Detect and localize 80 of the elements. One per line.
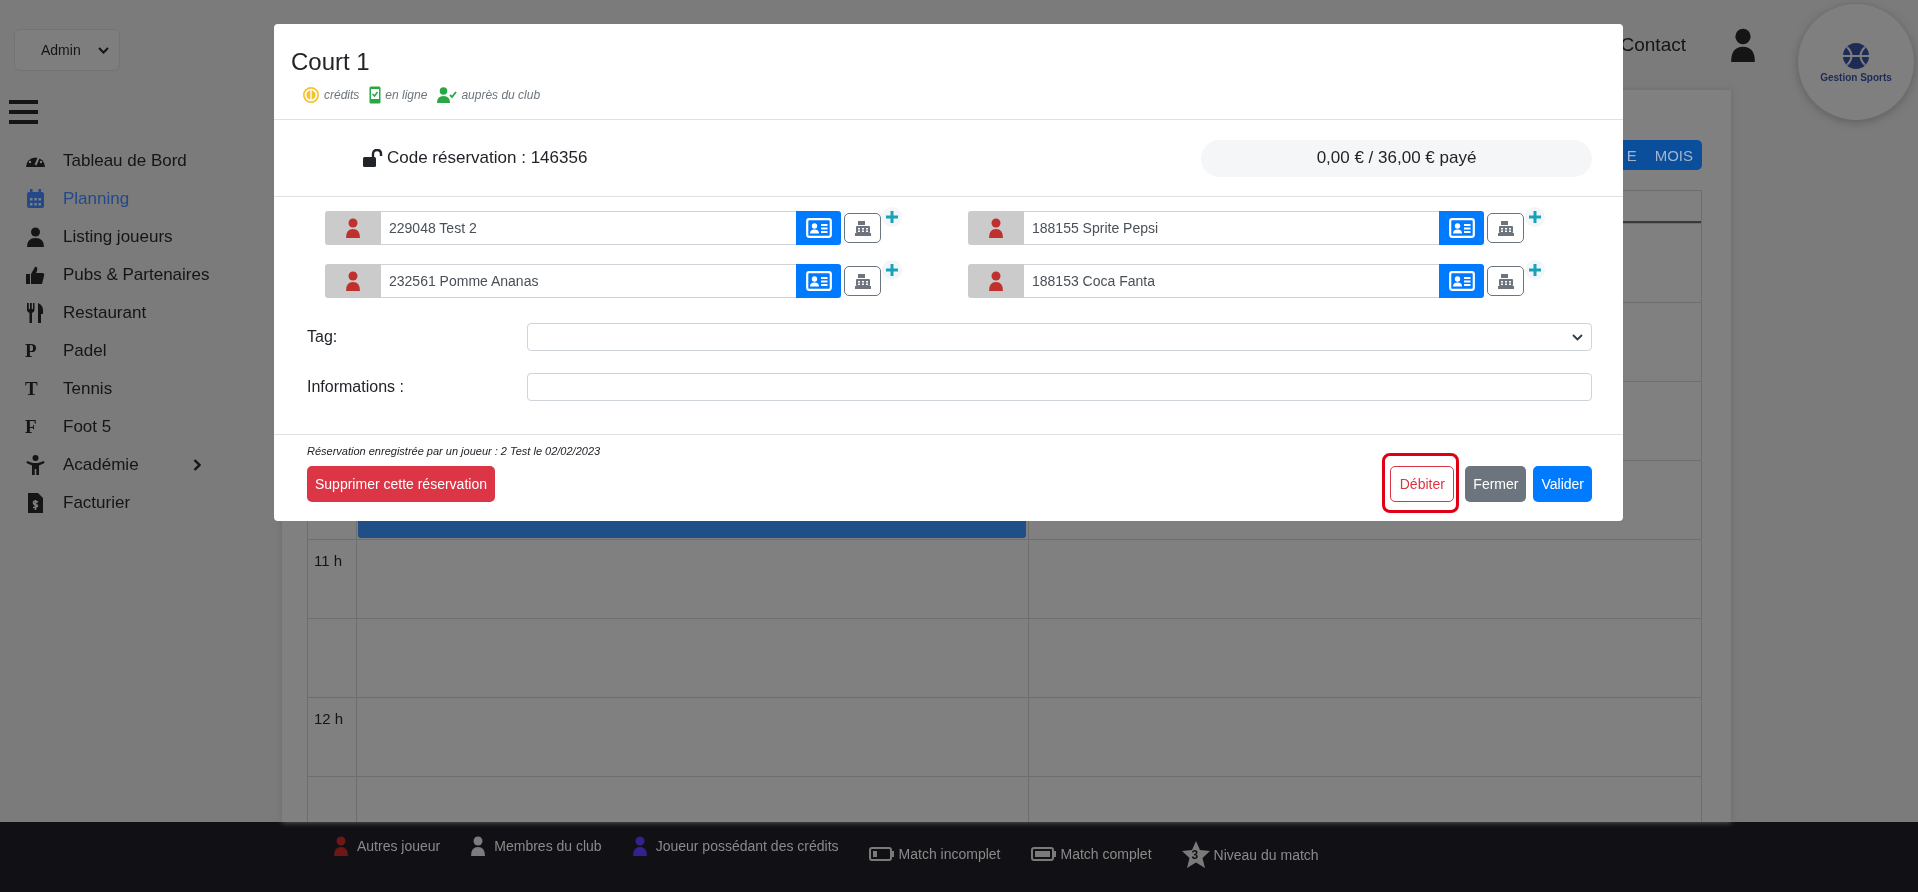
delete-button[interactable]: Supprimer cette réservation (307, 466, 495, 502)
letter-icon: P (25, 341, 46, 361)
legend-label: auprès du club (461, 88, 541, 102)
legend-label: Joueur possédant des crédits (655, 838, 839, 854)
cash-register-icon (854, 220, 871, 236)
cash-register-button[interactable] (844, 213, 881, 243)
field-label: Tag: (307, 328, 339, 346)
id-card-icon (805, 218, 832, 238)
id-card-button[interactable] (796, 211, 841, 245)
hour-label: 12 h (313, 709, 345, 727)
cash-register-button[interactable] (844, 266, 881, 296)
chevron-down-icon (1572, 333, 1583, 341)
legend-label: crédits (324, 88, 360, 102)
player-field[interactable]: 232561 Pomme Ananas (381, 264, 796, 298)
player-field[interactable]: 188153 Coca Fanta (1024, 264, 1439, 298)
view-button[interactable]: MOIS (1645, 146, 1702, 164)
coin-icon (302, 86, 320, 104)
cutlery-icon (25, 303, 46, 323)
close-button[interactable]: Fermer (1465, 466, 1527, 502)
cash-register-icon (1497, 273, 1514, 289)
plus-icon[interactable] (1525, 260, 1545, 280)
star-icon (1181, 841, 1210, 868)
id-card-button[interactable] (1439, 264, 1484, 298)
role-select[interactable]: Admin (14, 29, 120, 71)
logo-badge[interactable]: Gestion Sports (1798, 4, 1914, 120)
id-card-icon (805, 271, 832, 291)
plus-icon[interactable] (1525, 207, 1545, 227)
user-check-icon (437, 87, 458, 103)
sidebar-item[interactable]: Tableau de Bord (0, 142, 282, 180)
cash-register-icon (854, 273, 871, 289)
id-card-icon (1448, 271, 1475, 291)
sidebar-item[interactable]: Pubs & Partenaires (0, 256, 282, 294)
dialog-title: Court 1 (291, 48, 371, 76)
id-card-button[interactable] (1439, 211, 1484, 245)
battery-full-icon (1030, 847, 1057, 861)
battery-low-icon (868, 847, 895, 861)
confirm-button[interactable]: Valider (1533, 466, 1592, 502)
cash-register-button[interactable] (1487, 213, 1524, 243)
phone-icon (369, 86, 382, 104)
contact-link[interactable]: Contact (1620, 34, 1686, 56)
payment-status: 0,00 € / 36,00 € payé (1201, 139, 1592, 177)
view-button[interactable]: E (1617, 146, 1646, 164)
legend-label: Niveau du match (1213, 846, 1319, 863)
user-icon (1728, 28, 1758, 62)
person-icon (25, 455, 46, 475)
legend-label: Autres joueur (357, 838, 441, 854)
legend-label: Match incomplet (898, 846, 1001, 862)
letter-icon: T (25, 379, 46, 399)
plus-icon[interactable] (882, 207, 902, 227)
legend-label: Membres du club (494, 838, 602, 854)
field-label: Informations : (307, 378, 405, 396)
player-field[interactable]: 188155 Sprite Pepsi (1024, 211, 1439, 245)
sidebar-item[interactable]: Facturier (0, 484, 282, 522)
invoice-icon (25, 493, 46, 513)
cash-register-button[interactable] (1487, 266, 1524, 296)
level-number: 3 (1191, 848, 1199, 862)
player-field[interactable]: 229048 Test 2 (381, 211, 796, 245)
plus-icon[interactable] (882, 260, 902, 280)
sidebar-item[interactable]: Académie (0, 446, 282, 484)
debit-button[interactable]: Débiter (1390, 466, 1455, 502)
logo-text: Gestion Sports (1820, 71, 1892, 83)
unlock-icon (363, 149, 383, 167)
hour-label: 11 h (313, 551, 344, 569)
cash-register-icon (1497, 220, 1514, 236)
id-card-icon (1448, 218, 1475, 238)
booking-code: Code réservation : 146356 (387, 148, 588, 168)
sidebar-item[interactable]: Restaurant (0, 294, 282, 332)
menu-icon[interactable] (9, 100, 38, 124)
legend-label: en ligne (385, 88, 428, 102)
user-icon (25, 227, 46, 247)
booking-note: Réservation enregistrée par un joueur : 2 Test le 02/02/2023 (307, 445, 602, 457)
chevron-down-icon (98, 46, 109, 54)
info-field[interactable] (527, 373, 1592, 401)
sidebar-item[interactable]: Listing joueurs (0, 218, 282, 256)
thumbs-up-icon (25, 265, 46, 285)
ball-icon (1841, 41, 1871, 70)
id-card-button[interactable] (796, 264, 841, 298)
calendar-icon (25, 189, 46, 209)
letter-icon: F (25, 417, 46, 437)
legend-label: Match complet (1060, 846, 1152, 862)
